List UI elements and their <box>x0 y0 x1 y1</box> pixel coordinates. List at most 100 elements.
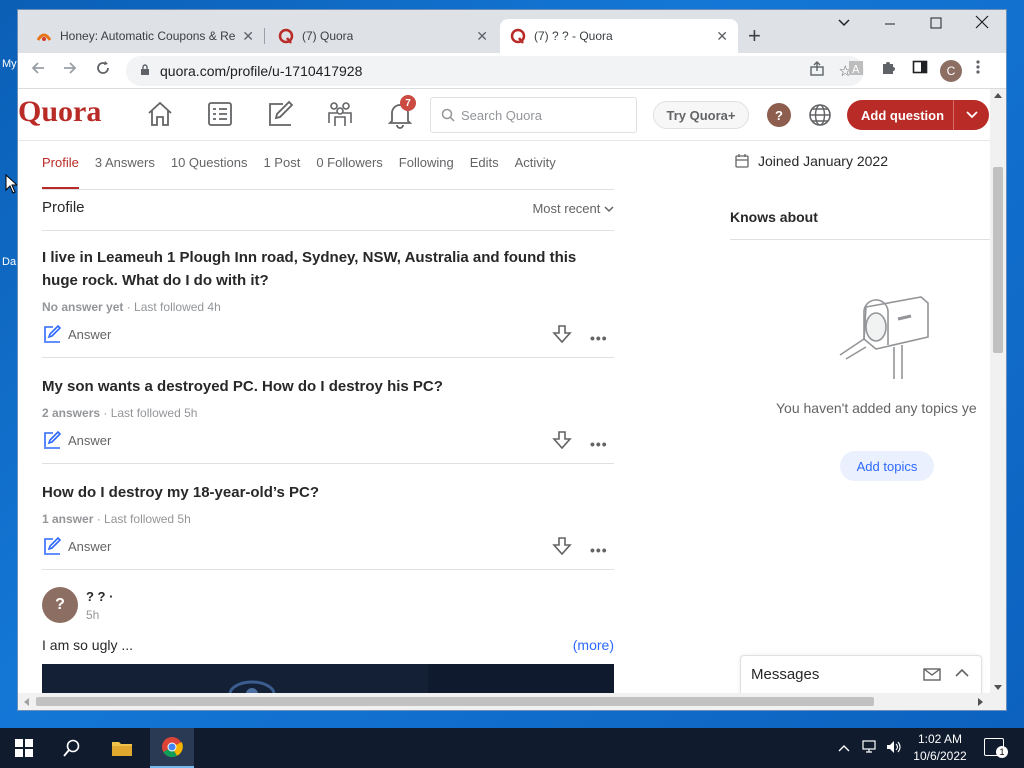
more-link[interactable]: (more) <box>573 637 614 653</box>
user-avatar[interactable]: ? <box>767 103 791 127</box>
pencil-icon <box>44 536 62 555</box>
clock-time: 1:02 AM <box>917 732 963 746</box>
try-quora-plus-button[interactable]: Try Quora+ <box>653 101 749 129</box>
post-image[interactable] <box>42 664 614 693</box>
system-clock[interactable]: 1:02 AM 10/6/2022 <box>900 731 980 765</box>
answer-button[interactable]: Answer <box>42 430 111 450</box>
horizontal-scrollbar[interactable] <box>18 693 1006 710</box>
post-text[interactable]: I am so ugly ... <box>42 637 133 653</box>
downvote-icon[interactable] <box>552 536 572 556</box>
tab-honey[interactable]: Honey: Automatic Coupons & Re ✕ <box>26 19 264 53</box>
edit-answer-icon[interactable] <box>265 99 295 129</box>
back-icon[interactable] <box>30 60 46 81</box>
desktop-icon-label[interactable]: Da <box>2 256 16 268</box>
desktop-icon-label[interactable]: My <box>2 58 17 70</box>
scrollbar-thumb[interactable] <box>993 167 1003 353</box>
following-list-icon[interactable] <box>205 99 235 129</box>
address-bar[interactable]: quora.com/profile/u-1710417928 ☆ <box>126 56 864 86</box>
forward-icon[interactable] <box>62 60 78 81</box>
browser-window: Honey: Automatic Coupons & Re ✕ (7) Quor… <box>18 10 1006 710</box>
add-question-button[interactable]: Add question <box>847 100 989 130</box>
profile-avatar[interactable]: C <box>940 60 962 82</box>
avatar[interactable]: ? <box>42 587 78 623</box>
tab-title: (7) ? ? - Quora <box>534 29 613 43</box>
maximize-button[interactable] <box>930 16 942 34</box>
sort-dropdown[interactable]: Most recent <box>532 201 614 216</box>
close-window-button[interactable] <box>975 15 989 34</box>
add-topics-button[interactable]: Add topics <box>840 451 934 481</box>
answer-count[interactable]: No answer yet <box>42 300 123 314</box>
search-input[interactable]: Search Quora <box>430 97 637 133</box>
answer-button[interactable]: Answer <box>42 536 111 556</box>
tab-answers[interactable]: 3 Answers <box>95 149 155 189</box>
downvote-icon[interactable] <box>552 324 572 344</box>
close-icon[interactable]: ✕ <box>716 28 728 45</box>
no-topics-text: You haven't added any topics ye <box>776 400 977 416</box>
network-icon[interactable] <box>862 740 880 757</box>
search-button[interactable] <box>54 728 90 768</box>
close-icon[interactable]: ✕ <box>476 28 488 45</box>
tab-activity[interactable]: Activity <box>515 149 556 189</box>
home-icon[interactable] <box>145 99 175 129</box>
close-icon[interactable]: ✕ <box>242 28 254 45</box>
last-followed: · Last followed 5h <box>100 406 198 420</box>
folder-icon <box>112 742 132 756</box>
question-title[interactable]: My son wants a destroyed PC. How do I de… <box>42 375 614 398</box>
more-options-icon[interactable]: ••• <box>590 330 608 346</box>
messages-panel[interactable]: Messages <box>740 655 982 693</box>
question-title[interactable]: I live in Leameuh 1 Plough Inn road, Syd… <box>42 246 614 292</box>
scroll-right-icon[interactable] <box>978 698 984 706</box>
question-meta: 2 answers · Last followed 5h <box>42 406 614 420</box>
chrome-taskbar-button[interactable] <box>150 728 194 768</box>
tab-edits[interactable]: Edits <box>470 149 499 189</box>
scroll-down-icon[interactable] <box>994 685 1002 691</box>
post-time[interactable]: 5h <box>86 608 99 622</box>
post-author[interactable]: ? ? · <box>86 589 113 604</box>
reload-icon[interactable] <box>95 60 111 81</box>
section-title: Profile <box>42 199 85 216</box>
answer-count[interactable]: 2 answers <box>42 406 100 420</box>
start-button[interactable] <box>6 728 42 768</box>
tab-posts[interactable]: 1 Post <box>263 149 300 189</box>
sort-label: Most recent <box>532 201 601 216</box>
question-actions: Answer ••• <box>42 536 614 566</box>
windows-logo-icon <box>15 739 33 757</box>
tab-quora-active[interactable]: (7) ? ? - Quora ✕ <box>500 19 738 53</box>
quora-logo[interactable]: Quora <box>18 95 101 129</box>
vertical-scrollbar[interactable] <box>990 89 1006 693</box>
language-globe-icon[interactable] <box>808 103 832 127</box>
kebab-menu-icon[interactable] <box>976 59 980 79</box>
tab-following[interactable]: Following <box>399 149 454 189</box>
search-placeholder: Search Quora <box>461 107 542 123</box>
spaces-icon[interactable] <box>325 99 355 129</box>
minimize-button[interactable] <box>884 16 896 34</box>
answer-button[interactable]: Answer <box>42 324 111 344</box>
compose-message-icon[interactable] <box>923 666 941 682</box>
tab-quora-1[interactable]: (7) Quora ✕ <box>268 19 498 53</box>
downvote-icon[interactable] <box>552 430 572 450</box>
scroll-up-icon[interactable] <box>994 92 1002 98</box>
share-icon[interactable] <box>809 61 825 81</box>
question-item: My son wants a destroyed PC. How do I de… <box>42 375 614 460</box>
more-options-icon[interactable]: ••• <box>590 436 608 452</box>
tab-title: (7) Quora <box>302 29 354 43</box>
last-followed: · Last followed 4h <box>123 300 221 314</box>
question-title[interactable]: How do I destroy my 18-year-old’s PC? <box>42 481 614 504</box>
more-options-icon[interactable]: ••• <box>590 542 608 558</box>
chevron-down-icon[interactable] <box>953 100 989 130</box>
scrollbar-thumb[interactable] <box>36 697 874 706</box>
file-explorer-button[interactable] <box>102 728 142 768</box>
new-tab-button[interactable]: + <box>748 23 761 49</box>
side-panel-icon[interactable] <box>912 59 928 79</box>
tab-followers[interactable]: 0 Followers <box>316 149 382 189</box>
puzzle-extensions-icon[interactable] <box>880 59 896 79</box>
chevron-up-icon[interactable] <box>955 668 969 678</box>
show-hidden-icons-icon[interactable] <box>838 740 850 755</box>
tab-search-icon[interactable] <box>838 14 850 32</box>
tab-separator <box>264 28 265 44</box>
tab-profile[interactable]: Profile <box>42 149 79 189</box>
extension-icon[interactable]: A <box>848 59 864 81</box>
answer-count[interactable]: 1 answer <box>42 512 93 526</box>
tab-questions[interactable]: 10 Questions <box>171 149 248 189</box>
scroll-left-icon[interactable] <box>23 698 29 706</box>
